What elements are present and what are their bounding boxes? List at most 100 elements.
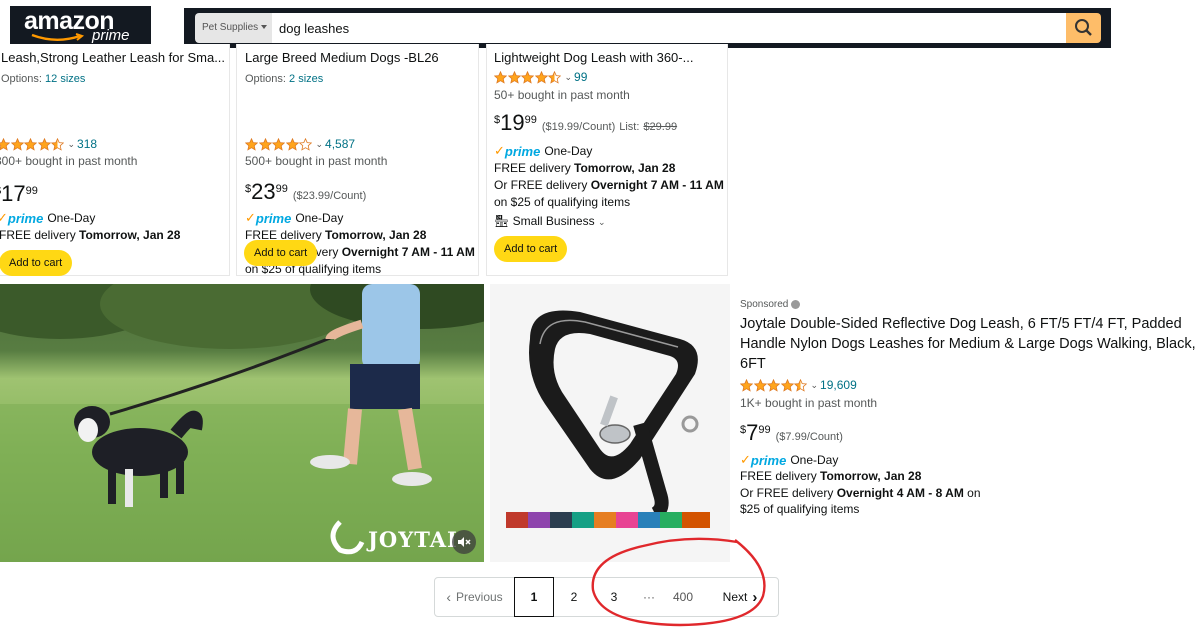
prime-logo-text: prime xyxy=(7,210,44,226)
star-icon xyxy=(740,378,753,392)
product-title[interactable]: Joytale Double-Sided Reflective Dog Leas… xyxy=(740,314,1200,374)
search-icon xyxy=(1075,19,1092,36)
add-to-cart-button[interactable]: Add to cart xyxy=(0,250,73,276)
product-image[interactable] xyxy=(490,284,730,562)
review-count[interactable]: 4,587 xyxy=(325,137,355,151)
options-label: Options: xyxy=(1,73,42,85)
qualifying-note: $25 of qualifying items xyxy=(740,502,860,516)
product-title[interactable]: Large Breed Medium Dogs -BL26 xyxy=(245,50,473,65)
unit-price: ($23.99/Count) xyxy=(292,190,367,202)
chevron-down-icon: ⌄ xyxy=(67,138,76,149)
list-price: $29.99 xyxy=(643,121,678,133)
store-icon: 🏪︎ xyxy=(494,214,510,228)
alt-delivery-window: Overnight 4 AM - 8 AM xyxy=(836,486,964,500)
add-to-cart-button[interactable]: Add to cart xyxy=(244,240,318,266)
product-options: Options: 12 sizes xyxy=(1,73,85,85)
options-link[interactable]: 2 sizes xyxy=(289,73,323,85)
sponsored-video[interactable]: JOYTAI xyxy=(0,284,484,562)
video-frame xyxy=(0,284,484,562)
sponsored-label[interactable]: Sponsored xyxy=(740,299,801,310)
search-input[interactable] xyxy=(272,13,1066,43)
delivery-label: FREE delivery xyxy=(494,161,571,175)
star-icon xyxy=(10,137,24,151)
prime-logo-text: prime xyxy=(255,210,292,226)
rating-stars[interactable]: ⌄ 4,587 xyxy=(245,137,355,151)
rating-stars[interactable]: ⌄ 19,609 xyxy=(740,378,857,392)
chevron-down-icon: ⌄ xyxy=(810,379,819,390)
info-icon xyxy=(791,300,801,309)
video-brand-watermark: JOYTAI xyxy=(368,527,458,552)
prime-check-icon: ✓ xyxy=(245,210,256,225)
price-fraction: 99 xyxy=(758,424,771,436)
logo-prime-text: prime xyxy=(92,27,130,44)
delivery-date: Tomorrow, Jan 28 xyxy=(79,228,181,242)
star-icon xyxy=(245,137,258,151)
price-whole: 19 xyxy=(500,110,525,135)
alt-delivery-info: Or FREE delivery Overnight 7 AM - 11 AM xyxy=(494,178,724,192)
price-whole: 17 xyxy=(1,181,26,206)
rating-stars[interactable]: ⌄ 99 xyxy=(494,70,587,84)
alt-delivery-label: Or FREE delivery xyxy=(494,178,588,192)
alt-delivery-info: Or FREE delivery Overnight 4 AM - 8 AM o… xyxy=(740,486,981,500)
department-dropdown[interactable]: Pet Supplies xyxy=(195,13,272,43)
prime-badge: ✓ prime One-Day xyxy=(0,210,95,226)
review-count[interactable]: 99 xyxy=(574,70,587,84)
bought-count: 300+ bought in past month xyxy=(0,154,138,168)
review-count[interactable]: 318 xyxy=(77,137,97,151)
bought-count: 50+ bought in past month xyxy=(494,88,630,102)
delivery-info: FREE delivery Tomorrow, Jan 28 xyxy=(494,161,675,175)
price: $ 23 99 ($23.99/Count) xyxy=(245,180,366,204)
price: $ 17 99 xyxy=(0,182,38,206)
product-card: Lightweight Dog Leash with 360-... ⌄ 99 5… xyxy=(486,44,728,276)
search-button[interactable] xyxy=(1066,13,1101,43)
department-label: Pet Supplies xyxy=(202,22,259,33)
star-icon xyxy=(534,70,548,84)
amazon-prime-logo[interactable]: amazon prime xyxy=(10,6,151,48)
price-fraction: 99 xyxy=(524,114,537,126)
unit-price: ($19.99/Count) xyxy=(541,121,616,133)
prime-suffix: One-Day xyxy=(47,211,96,225)
star-icon xyxy=(753,378,767,392)
chevron-down-icon: ⌄ xyxy=(564,71,573,82)
annotation-circle xyxy=(591,537,766,627)
star-icon xyxy=(767,378,780,392)
star-icon xyxy=(272,137,285,151)
previous-page-button[interactable]: ‹ Previous xyxy=(435,577,514,617)
add-to-cart-button[interactable]: Add to cart xyxy=(494,236,568,262)
delivery-label: FREE delivery xyxy=(740,469,817,483)
star-icon xyxy=(285,137,299,151)
star-icon xyxy=(0,137,10,151)
small-business-badge[interactable]: 🏪︎ Small Business ⌄ xyxy=(494,214,606,228)
star-icon xyxy=(37,137,51,151)
prime-check-icon: ✓ xyxy=(494,143,505,158)
product-title[interactable]: Leash,Strong Leather Leash for Sma... xyxy=(1,50,229,65)
mute-button[interactable] xyxy=(452,530,476,554)
alt-delivery-window: Overnight 7 AM - 11 AM xyxy=(590,178,724,192)
options-link[interactable]: 12 sizes xyxy=(45,73,85,85)
rating-stars[interactable]: ⌄ 318 xyxy=(0,137,97,151)
prime-logo-text: prime xyxy=(504,143,541,159)
review-count[interactable]: 19,609 xyxy=(820,378,857,392)
page-button-current[interactable]: 1 xyxy=(514,577,554,617)
delivery-date: Tomorrow, Jan 28 xyxy=(325,228,427,242)
chevron-left-icon: ‹ xyxy=(446,589,451,605)
qualifying-note: on $25 of qualifying items xyxy=(494,195,631,209)
price-whole: 7 xyxy=(746,420,759,445)
prime-badge: ✓ prime One-Day xyxy=(740,452,838,468)
star-icon xyxy=(780,378,794,392)
alt-delivery-tail: on xyxy=(967,486,981,500)
star-icon xyxy=(794,378,807,392)
price-fraction: 99 xyxy=(275,183,288,195)
delivery-date: Tomorrow, Jan 28 xyxy=(574,161,676,175)
logo-smile-arrow-icon xyxy=(31,33,85,41)
price-fraction: 99 xyxy=(25,185,38,197)
product-title[interactable]: Lightweight Dog Leash with 360-... xyxy=(494,50,722,65)
delivery-label: FREE delivery xyxy=(0,228,76,242)
delivery-info: FREE delivery Tomorrow, Jan 28 xyxy=(0,228,180,242)
alt-delivery-window: Overnight 7 AM - 11 AM xyxy=(341,245,475,259)
alt-delivery-label: Or FREE delivery xyxy=(740,486,834,500)
small-business-label: Small Business xyxy=(512,214,595,228)
delivery-date: Tomorrow, Jan 28 xyxy=(820,469,922,483)
star-icon xyxy=(507,70,521,84)
chevron-down-icon: ⌄ xyxy=(597,217,606,227)
